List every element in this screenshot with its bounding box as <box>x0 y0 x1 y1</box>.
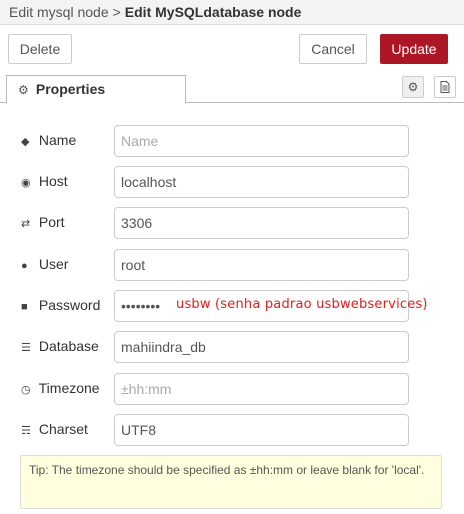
user-icon: ● <box>21 260 28 272</box>
breadcrumb-separator: > <box>112 4 121 20</box>
database-field[interactable] <box>114 331 409 363</box>
breadcrumb-current: Edit MySQLdatabase node <box>124 4 302 20</box>
cancel-button[interactable]: Cancel <box>299 34 367 64</box>
tag-icon: ◆ <box>21 136 30 148</box>
update-button[interactable]: Update <box>380 34 448 64</box>
charset-field[interactable] <box>114 414 409 446</box>
password-annotation: usbw (senha padrao usbwebservices) <box>176 297 428 312</box>
gear-icon: ⚙ <box>407 80 419 94</box>
user-label-text: User <box>38 256 69 272</box>
field-row-host: ◉ Host <box>0 166 464 198</box>
timezone-field[interactable] <box>114 373 409 405</box>
properties-form: ◆ Name ◉ Host ⇄ Port ● User ■ Password u… <box>0 103 464 514</box>
host-label-text: Host <box>38 173 68 189</box>
port-field[interactable] <box>114 207 409 239</box>
clock-icon: ◷ <box>21 384 31 396</box>
port-label: ⇄ Port <box>21 214 65 230</box>
password-label-text: Password <box>38 297 101 313</box>
lock-icon: ■ <box>21 301 28 313</box>
name-label: ◆ Name <box>21 132 76 148</box>
name-field[interactable] <box>114 125 409 157</box>
host-label: ◉ Host <box>21 173 68 189</box>
field-row-charset: ☴ Charset <box>0 414 464 446</box>
editor-title-bar: Edit mysql node > Edit MySQLdatabase node <box>0 0 464 25</box>
random-icon: ⇄ <box>21 218 31 230</box>
breadcrumb-parent[interactable]: Edit mysql node <box>9 4 109 20</box>
port-label-text: Port <box>38 214 65 230</box>
tab-properties-label: Properties <box>35 81 106 97</box>
host-field[interactable] <box>114 166 409 198</box>
timezone-label-text: Timezone <box>38 380 100 396</box>
database-icon: ☰ <box>21 342 31 354</box>
field-row-name: ◆ Name <box>0 125 464 157</box>
language-icon: ☴ <box>21 425 31 437</box>
charset-label: ☴ Charset <box>21 421 88 437</box>
field-row-timezone: ◷ Timezone <box>0 373 464 405</box>
delete-button[interactable]: Delete <box>8 34 72 64</box>
file-text-icon <box>440 81 450 93</box>
field-row-port: ⇄ Port <box>0 207 464 239</box>
field-row-user: ● User <box>0 249 464 281</box>
user-label: ● User <box>21 256 68 272</box>
timezone-tip: Tip: The timezone should be specified as… <box>20 455 442 509</box>
charset-label-text: Charset <box>38 421 88 437</box>
tab-bar: ⚙ Properties ⚙ <box>0 71 464 104</box>
editor-toolbar: Delete Cancel Update <box>0 25 464 71</box>
name-label-text: Name <box>38 132 77 148</box>
description-tab-button[interactable] <box>434 76 456 98</box>
tab-properties[interactable]: ⚙ Properties <box>6 75 186 104</box>
field-row-database: ☰ Database <box>0 331 464 363</box>
password-label: ■ Password <box>21 297 100 313</box>
user-field[interactable] <box>114 249 409 281</box>
gear-icon: ⚙ <box>18 83 29 97</box>
settings-tab-button[interactable]: ⚙ <box>402 76 424 98</box>
globe-icon: ◉ <box>21 177 31 189</box>
database-label-text: Database <box>38 338 99 354</box>
database-label: ☰ Database <box>21 338 99 354</box>
timezone-label: ◷ Timezone <box>21 380 100 396</box>
